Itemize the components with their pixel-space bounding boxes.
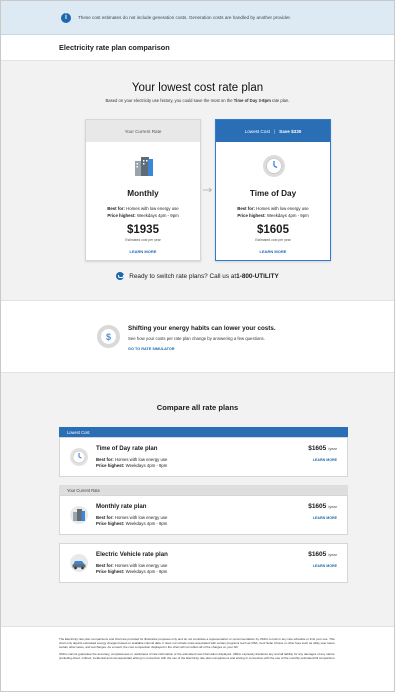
building-icon (70, 506, 88, 524)
plan-cost: $1605 /year (308, 503, 337, 510)
electric-vehicle-icon (70, 554, 88, 572)
plan-cost: $1605 /year (308, 551, 337, 558)
current-rate-group: Your Current Rate Monthly rate plan Best… (59, 485, 348, 535)
current-plan-name: Monthly (127, 189, 159, 198)
price-highest-label: Price highest: (107, 212, 136, 218)
current-plan-cost: $1935 (127, 224, 159, 236)
rate-simulator-section: $ Shifting your energy habits can lower … (1, 301, 394, 373)
lowest-cost-label: Lowest Cost (244, 128, 270, 134)
current-rate-group-label: Your Current Rate (59, 485, 348, 495)
best-for-value: Homes with low energy use (256, 206, 309, 211)
price-highest-label: Price highest: (96, 569, 125, 575)
learn-more-link[interactable]: LEARN MORE (313, 564, 337, 568)
lowest-cost-group: Lowest Cost Time of Day rate plan Best f… (59, 427, 348, 477)
best-for-label: Best for: (96, 515, 114, 520)
compare-plans-section: Compare all rate plans Lowest Cost Time … (1, 373, 394, 627)
learn-more-link[interactable]: LEARN MORE (313, 516, 337, 520)
other-plans-group: Electric Vehicle rate plan Best for: Hom… (59, 543, 348, 583)
price-highest-label: Price highest: (96, 521, 125, 527)
disclaimer-paragraph: The Electricity rate plan comparisons an… (59, 637, 336, 649)
price-highest-value: Weekdays 4pm - 9pm (136, 212, 179, 218)
lowest-cost-section: Your lowest cost rate plan Based on your… (1, 61, 394, 301)
learn-more-link[interactable]: LEARN MORE (313, 458, 337, 462)
savings-label: Save $330 (279, 128, 302, 134)
info-banner: i These cost estimates do not include ge… (1, 1, 394, 35)
price-highest-value: Weekdays 4pm - 9pm (266, 212, 309, 218)
hero-subtitle-prefix: Based on your electricity use history, y… (105, 98, 234, 103)
disclaimer-paragraph: UMCo cannot guarantee the accuracy, comp… (59, 652, 336, 660)
price-highest-label: Price highest: (237, 212, 266, 218)
plan-row: Electric Vehicle rate plan Best for: Hom… (59, 543, 348, 583)
price-highest-value: Weekdays 4pm - 9pm (125, 569, 168, 575)
page-title: Electricity rate plan comparison (59, 43, 170, 52)
hero-title: Your lowest cost rate plan (131, 82, 264, 94)
lowest-plan-name: Time of Day (249, 189, 297, 198)
best-for-value: Homes with low energy use (126, 206, 179, 211)
best-for-label: Best for: (96, 563, 114, 568)
plan-cost-unit: /year (328, 446, 337, 451)
plan-name: Time of Day rate plan (96, 445, 158, 452)
best-for-label: Best for: (107, 206, 125, 211)
dollar-coin-icon: $ (97, 325, 120, 348)
price-highest-value: Weekdays 4pm - 9pm (125, 521, 168, 527)
phone-icon (116, 272, 125, 280)
info-icon: i (61, 12, 71, 23)
lowest-plan-details: Best for: Homes with low energy use Pric… (216, 206, 330, 219)
learn-more-link[interactable]: LEARN MORE (86, 249, 200, 254)
best-for-label: Best for: (237, 206, 255, 211)
best-for-value: Homes with low energy use (114, 457, 168, 462)
hero-subtitle: Based on your electricity use history, y… (1, 98, 394, 103)
best-for-value: Homes with low energy use (114, 515, 168, 520)
best-for-value: Homes with low energy use (114, 563, 168, 568)
current-plan-details: Best for: Homes with low energy use Pric… (86, 206, 200, 219)
page-header: Electricity rate plan comparison (1, 35, 394, 61)
call-text: Ready to switch rate plans? Call us at (129, 272, 237, 280)
plan-cost-unit: /year (328, 504, 337, 509)
lowest-cost-group-label: Lowest Cost (59, 427, 348, 437)
plan-details: Best for: Homes with low energy use Pric… (96, 563, 167, 576)
plan-details: Best for: Homes with low energy use Pric… (96, 515, 167, 528)
plan-name: Electric Vehicle rate plan (96, 551, 168, 558)
lowest-cost-card-header: Lowest Cost | Save $330 (216, 120, 330, 142)
rate-simulator-link[interactable]: GO TO RATE SIMULATOR (128, 347, 175, 351)
plan-cost-value: $1605 (308, 551, 327, 558)
header-separator: | (273, 128, 276, 134)
hero-subtitle-plan: Time of Day 3-8pm (233, 98, 271, 103)
plan-cost-value: $1605 (308, 503, 327, 510)
price-highest-label: Price highest: (96, 463, 125, 469)
simulator-title: Shifting your energy habits can lower yo… (128, 325, 276, 332)
building-icon (135, 157, 153, 176)
cost-per-year-label: Estimated cost per year (125, 238, 161, 242)
plan-cost-value: $1605 (308, 445, 327, 452)
arrow-right-icon (203, 187, 213, 193)
learn-more-link[interactable]: LEARN MORE (216, 249, 330, 254)
plan-details: Best for: Homes with low energy use Pric… (96, 457, 167, 470)
plan-cost: $1605 /year (308, 445, 337, 452)
banner-text: These cost estimates do not include gene… (78, 15, 291, 20)
current-rate-card: Your Current Rate Monthly Best for: Home… (85, 119, 201, 261)
call-to-action: Ready to switch rate plans? Call us at 1… (1, 272, 394, 280)
phone-number-link[interactable]: 1-800-UTILITY (236, 273, 279, 280)
cost-per-year-label: Estimated cost per year (255, 238, 291, 242)
page: i These cost estimates do not include ge… (0, 0, 395, 692)
compare-title: Compare all rate plans (156, 403, 239, 412)
lowest-cost-card: Lowest Cost | Save $330 Time of Day Best… (215, 119, 331, 261)
clock-icon (263, 155, 285, 177)
lowest-plan-cost: $1605 (257, 224, 289, 236)
plan-row: Time of Day rate plan Best for: Homes wi… (59, 437, 348, 477)
plan-row: Monthly rate plan Best for: Homes with l… (59, 495, 348, 535)
simulator-subtitle: See how your costs per rate plan change … (128, 336, 265, 341)
current-rate-card-header: Your Current Rate (86, 120, 200, 142)
hero-subtitle-suffix: rate plan. (270, 98, 290, 103)
disclaimer: The Electricity rate plan comparisons an… (1, 627, 394, 660)
clock-icon (70, 448, 88, 466)
plan-cost-unit: /year (328, 552, 337, 557)
best-for-label: Best for: (96, 457, 114, 462)
price-highest-value: Weekdays 4pm - 9pm (125, 463, 168, 469)
plan-name: Monthly rate plan (96, 503, 147, 510)
